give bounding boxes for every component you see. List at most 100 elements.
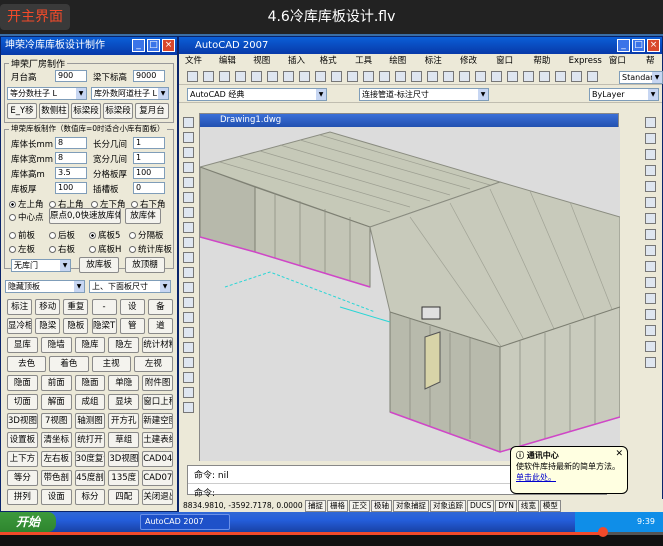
toolbar-icon[interactable] (523, 71, 534, 82)
tool-grid-button[interactable]: 窗口上移 (142, 394, 173, 410)
tool-grid-button[interactable]: 显冷柜 (7, 318, 33, 334)
door-select[interactable]: 无库门 (11, 259, 71, 272)
tool-grid-button[interactable]: 附件图 (142, 375, 173, 391)
status-toggle[interactable]: DUCS (467, 500, 495, 512)
tool-grid-button[interactable]: 移动 (35, 299, 61, 315)
tool-grid-button[interactable]: 隐梁 (35, 318, 61, 334)
toolbar-icon[interactable] (475, 71, 486, 82)
toolbar-icon[interactable] (347, 71, 358, 82)
menu-item[interactable]: Express (569, 54, 602, 68)
tool-grid-button[interactable]: 备 (147, 299, 173, 315)
balloon-close-icon[interactable]: ✕ (615, 449, 623, 459)
menu-item[interactable]: 工具(T) (355, 54, 382, 80)
drawing-tab[interactable]: Drawing1.dwg (200, 114, 618, 127)
tool-grid-button[interactable]: 拼列 (7, 489, 38, 505)
menu-item[interactable]: 窗口(W) (496, 54, 526, 80)
status-toggle[interactable]: 栅格 (327, 500, 348, 512)
toolbar-icon[interactable] (587, 71, 598, 82)
toolbar-icon[interactable] (491, 71, 502, 82)
tool-grid-button[interactable]: 设 (119, 299, 145, 315)
toolbar-icon[interactable] (395, 71, 406, 82)
tool-grid-button[interactable]: 草组 (108, 432, 140, 448)
draw-tool-icon[interactable] (183, 132, 194, 143)
tool-grid-button[interactable]: 隐墙 (40, 337, 72, 353)
modify-tool-icon[interactable] (645, 213, 656, 224)
toolbar-icon[interactable] (331, 71, 342, 82)
place-ceiling-button[interactable]: 放顶棚 (125, 257, 165, 273)
beam-segment-button[interactable]: 标梁段 (71, 103, 101, 119)
tool-grid-button[interactable]: 隐面 (74, 375, 106, 391)
tool-grid-button[interactable]: 开方孔 (108, 413, 140, 429)
toolbar-icon[interactable] (219, 71, 230, 82)
status-toggle[interactable]: 极轴 (371, 500, 392, 512)
tool-grid-button[interactable]: 重复 (63, 299, 89, 315)
tool-grid-button[interactable]: 隐板 (63, 318, 89, 334)
toolbar-icon[interactable] (539, 71, 550, 82)
height-input[interactable]: 3.5 (55, 167, 87, 179)
slot-plate-input[interactable]: 0 (133, 182, 165, 194)
tool-grid-button[interactable]: 设置板 (7, 432, 38, 448)
toolbar-icon[interactable] (363, 71, 374, 82)
draw-tool-icon[interactable] (183, 327, 194, 338)
toolbar-icon[interactable] (443, 71, 454, 82)
tool-grid-button[interactable]: 设面 (40, 489, 72, 505)
video-progress[interactable] (0, 527, 663, 546)
balloon-link[interactable]: 单击此处。 (516, 472, 622, 483)
draw-tool-icon[interactable] (183, 357, 194, 368)
tool-grid-button[interactable]: 单隐 (108, 375, 140, 391)
ac-maximize-button[interactable]: □ (632, 39, 645, 52)
tool-grid-button[interactable]: 管 (119, 318, 145, 334)
modify-tool-icon[interactable] (645, 277, 656, 288)
maximize-button[interactable]: □ (147, 39, 160, 52)
tool-grid-button[interactable]: 统打开 (74, 432, 106, 448)
ey-move-button[interactable]: E_Y移 (7, 103, 37, 119)
menu-item[interactable]: 插入(I) (288, 54, 313, 80)
tool-grid-button[interactable]: 上下方 (7, 451, 38, 467)
menu-item[interactable]: 绘图(D) (389, 54, 417, 80)
menu-item[interactable]: 帮助 (646, 54, 662, 80)
status-toggle[interactable]: 线宽 (517, 500, 539, 512)
toolbar-icon[interactable] (299, 71, 310, 82)
draw-tool-icon[interactable] (183, 222, 194, 233)
plate-thick-input[interactable]: 100 (55, 182, 87, 194)
status-toggle[interactable]: 模型 (539, 500, 561, 512)
radio-front[interactable]: 前板 (9, 229, 35, 241)
count-column-button[interactable]: 数侧柱 (39, 103, 69, 119)
tool-grid-button[interactable]: 去色 (7, 356, 47, 372)
draw-tool-icon[interactable] (183, 177, 194, 188)
beam-segment-button-2[interactable]: 标梁段 (103, 103, 133, 119)
tool-grid-button[interactable]: 关闭退出 (142, 489, 173, 505)
partition-thick-input[interactable]: 100 (133, 167, 165, 179)
month-platform-button[interactable]: 复月台 (135, 103, 169, 119)
draw-tool-icon[interactable] (183, 192, 194, 203)
draw-tool-icon[interactable] (183, 267, 194, 278)
tool-grid-button[interactable]: 四配 (108, 489, 140, 505)
draw-tool-icon[interactable] (183, 402, 194, 413)
toolbar-icon[interactable] (267, 71, 278, 82)
draw-tool-icon[interactable] (183, 147, 194, 158)
drawing-viewport[interactable]: Drawing1.dwg (199, 113, 620, 461)
modify-tool-icon[interactable] (645, 357, 656, 368)
radio-left[interactable]: 左板 (9, 243, 35, 255)
toolbar-icon[interactable] (555, 71, 566, 82)
draw-tool-icon[interactable] (183, 237, 194, 248)
modify-tool-icon[interactable] (645, 245, 656, 256)
radio-top-left[interactable]: 左上角 (9, 198, 44, 210)
radio-count-plate[interactable]: 统计库板 (129, 243, 172, 255)
minimize-button[interactable]: _ (132, 39, 145, 52)
status-toggle[interactable]: 捕捉 (305, 500, 326, 512)
radio-back[interactable]: 后板 (49, 229, 75, 241)
tool-grid-button[interactable]: 隐梁T (91, 318, 117, 334)
status-toggle[interactable]: 对象追踪 (430, 500, 466, 512)
toolbar-icon[interactable] (251, 71, 262, 82)
tool-grid-button[interactable]: 显库 (7, 337, 38, 353)
tool-grid-button[interactable]: 清坐标 (40, 432, 72, 448)
menu-item[interactable]: 文件(F) (185, 54, 212, 80)
tool-grid-button[interactable]: 前面 (40, 375, 72, 391)
tool-grid-button[interactable]: 主视 (91, 356, 131, 372)
toolbar-icon[interactable] (379, 71, 390, 82)
tool-grid-button[interactable]: - (91, 299, 117, 315)
tool-grid-button[interactable]: 135度 (108, 470, 140, 486)
month-height-input[interactable]: 900 (55, 70, 87, 82)
column-outer-select[interactable]: 库外数阿道柱子 L (91, 87, 169, 100)
